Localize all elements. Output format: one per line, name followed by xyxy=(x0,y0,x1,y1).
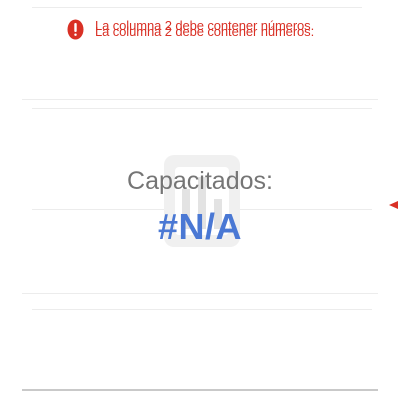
scorecard-value: #N/A xyxy=(157,206,243,247)
error-message: La columna 2 debe contener números. La c… xyxy=(67,18,367,42)
edge-indicator xyxy=(389,201,398,209)
gridline xyxy=(32,7,362,8)
chart-canvas: La columna 2 debe contener números. La c… xyxy=(0,0,400,400)
scorecard-title: Capacitados: xyxy=(127,167,273,195)
error-text-shadow: La columna 2 debe contener números. xyxy=(95,24,315,39)
gridline xyxy=(32,309,372,310)
bottom-border xyxy=(22,389,378,391)
gridline xyxy=(22,99,378,100)
gridline xyxy=(22,293,378,294)
gridline xyxy=(32,108,372,109)
alert-icon xyxy=(67,19,84,40)
